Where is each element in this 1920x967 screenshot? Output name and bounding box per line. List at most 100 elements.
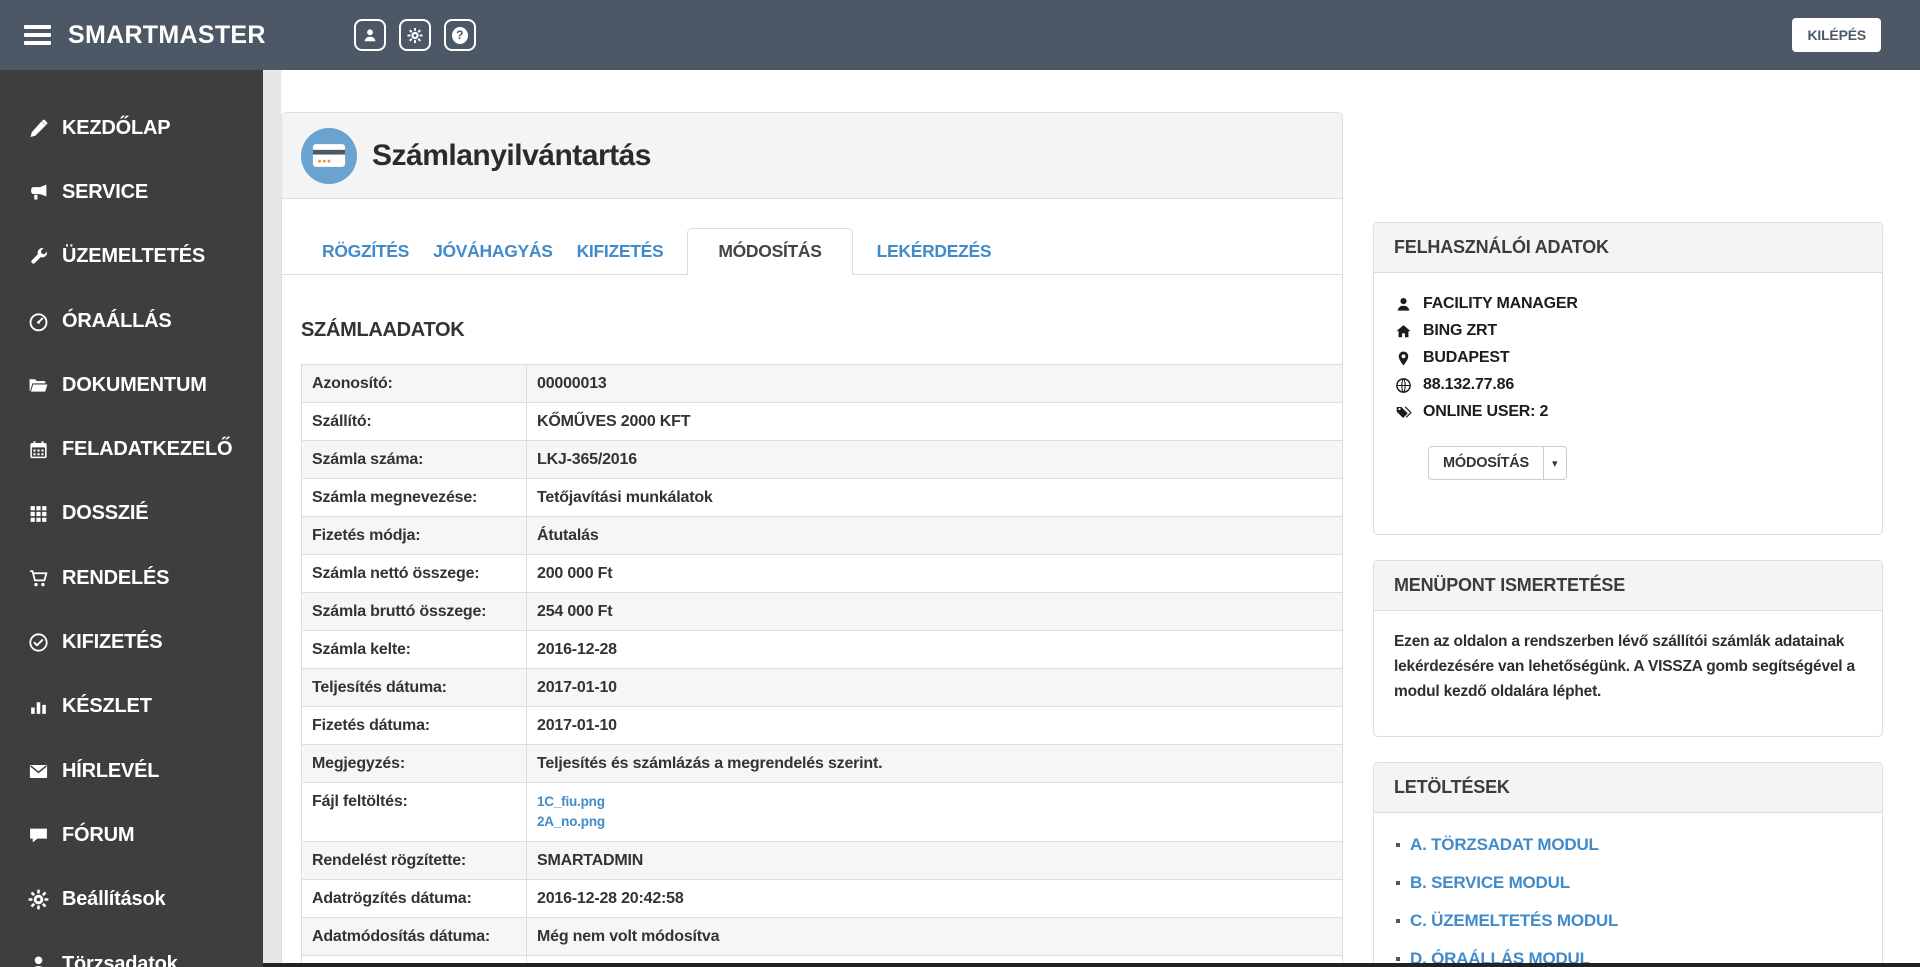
table-row: Szállító: KŐMŰVES 2000 KFT bbox=[301, 402, 1343, 441]
globe-icon bbox=[1394, 376, 1412, 394]
row-label: Fizetés dátuma: bbox=[301, 706, 527, 745]
table-row: Adatrögzítés dátuma: 2016-12-28 20:42:58 bbox=[301, 879, 1343, 918]
sidebar-item-forum[interactable]: FÓRUM bbox=[0, 803, 263, 867]
tab-jovahagyas[interactable]: JÓVÁHAGYÁS bbox=[433, 229, 553, 274]
downloads-panel-title: LETÖLTÉSEK bbox=[1374, 763, 1882, 813]
tachometer-icon bbox=[27, 310, 49, 332]
logout-button[interactable]: KILÉPÉS bbox=[1792, 18, 1881, 52]
sidebar-item-label: Törzsadatok bbox=[62, 952, 178, 967]
map-marker-icon bbox=[1394, 349, 1412, 367]
sidebar-item-service[interactable]: SERVICE bbox=[0, 160, 263, 224]
modify-button[interactable]: MÓDOSÍTÁS bbox=[1428, 446, 1545, 480]
profile-button[interactable] bbox=[353, 19, 386, 51]
row-value: 200 000 Ft bbox=[526, 554, 1343, 593]
downloads-list: A. TÖRZSADAT MODUL B. SERVICE MODUL C. Ü… bbox=[1374, 813, 1882, 967]
uploaded-file-link[interactable]: 2A_no.png bbox=[537, 812, 1332, 832]
comment-icon bbox=[27, 824, 49, 846]
sidebar-item-label: KEZDŐLAP bbox=[62, 116, 171, 139]
invoice-card: Számlanyilvántartás RÖGZÍTÉS JÓVÁHAGYÁS … bbox=[281, 112, 1343, 967]
table-row: Számla bruttó összege: 254 000 Ft bbox=[301, 592, 1343, 631]
table-row: Számla száma: LKJ-365/2016 bbox=[301, 440, 1343, 479]
page-header: Számlanyilvántartás bbox=[282, 113, 1342, 199]
grid-icon bbox=[27, 503, 49, 525]
modify-dropdown-caret[interactable]: ▾ bbox=[1544, 446, 1567, 480]
fact-text: BING ZRT bbox=[1423, 322, 1497, 339]
user-icon bbox=[364, 28, 376, 41]
hamburger-menu-icon[interactable] bbox=[24, 25, 51, 45]
table-row: Fizetés módja: Átutalás bbox=[301, 516, 1343, 555]
row-value: 1C_fiu.png 2A_no.png bbox=[526, 782, 1343, 842]
sidebar-item-label: ÜZEMELTETÉS bbox=[62, 245, 205, 268]
download-link[interactable]: B. SERVICE MODUL bbox=[1410, 873, 1570, 893]
sidebar-item-rendeles[interactable]: RENDELÉS bbox=[0, 546, 263, 610]
fact-text: FACILITY MANAGER bbox=[1423, 295, 1578, 312]
bullet-icon bbox=[1396, 919, 1400, 923]
sidebar-item-keszlet[interactable]: KÉSZLET bbox=[0, 675, 263, 739]
row-value: 2016-12-28 20:42:58 bbox=[526, 879, 1343, 918]
navbar-icon-buttons: ? bbox=[353, 19, 489, 51]
help-button[interactable]: ? bbox=[443, 19, 476, 51]
megaphone-icon bbox=[27, 181, 49, 203]
sidebar-item-uzemeltetes[interactable]: ÜZEMELTETÉS bbox=[0, 225, 263, 289]
download-item-uzemeltetes[interactable]: C. ÜZEMELTETÉS MODUL bbox=[1396, 911, 1860, 931]
info-panel-title: MENÜPONT ISMERTETÉSE bbox=[1374, 561, 1882, 611]
menu-info-panel: MENÜPONT ISMERTETÉSE Ezen az oldalon a r… bbox=[1373, 560, 1883, 737]
fact-text: BUDAPEST bbox=[1423, 349, 1510, 366]
brand-title: SMARTMASTER bbox=[68, 20, 266, 49]
sidebar-item-hirlevel[interactable]: HÍRLEVÉL bbox=[0, 739, 263, 803]
sidebar-item-feladatkezelo[interactable]: FELADATKEZELŐ bbox=[0, 417, 263, 481]
user-facts-list: FACILITY MANAGER BING ZRT BUDAPEST 88.13… bbox=[1374, 273, 1882, 421]
tab-lekerdezes[interactable]: LEKÉRDEZÉS bbox=[877, 229, 992, 274]
sidebar-item-beallitasok[interactable]: Beállítások bbox=[0, 868, 263, 932]
sidebar-item-dokumentum[interactable]: DOKUMENTUM bbox=[0, 353, 263, 417]
row-value: Átutalás bbox=[526, 516, 1343, 555]
sidebar-item-label: DOKUMENTUM bbox=[62, 373, 207, 396]
tab-kifizetes[interactable]: KIFIZETÉS bbox=[577, 229, 664, 274]
row-label: Megjegyzés: bbox=[301, 744, 527, 783]
top-navbar: SMARTMASTER ? KILÉPÉS bbox=[0, 0, 1920, 70]
download-link[interactable]: C. ÜZEMELTETÉS MODUL bbox=[1410, 911, 1618, 931]
wrench-icon bbox=[27, 246, 49, 268]
bullet-icon bbox=[1396, 881, 1400, 885]
city-fact: BUDAPEST bbox=[1394, 349, 1862, 367]
tab-bar: RÖGZÍTÉS JÓVÁHAGYÁS KIFIZETÉS MÓDOSÍTÁS … bbox=[282, 227, 1342, 275]
fact-text: ONLINE USER: 2 bbox=[1423, 403, 1549, 420]
sidebar-gutter bbox=[263, 70, 281, 967]
cart-icon bbox=[27, 567, 49, 589]
user-icon bbox=[1394, 295, 1412, 313]
row-label: Számla száma: bbox=[301, 440, 527, 479]
sidebar-item-label: KIFIZETÉS bbox=[62, 631, 163, 654]
user-role-fact: FACILITY MANAGER bbox=[1394, 295, 1862, 313]
table-row: Számla megnevezése: Tetőjavítási munkála… bbox=[301, 478, 1343, 517]
row-value: SMARTADMIN bbox=[526, 841, 1343, 880]
calendar-icon bbox=[27, 439, 49, 461]
row-label: Szállító: bbox=[301, 402, 527, 441]
uploaded-file-link[interactable]: 1C_fiu.png bbox=[537, 792, 1332, 812]
row-value: 2016-12-28 bbox=[526, 630, 1343, 669]
sidebar-item-oraallas[interactable]: ÓRAÁLLÁS bbox=[0, 289, 263, 353]
download-link[interactable]: A. TÖRZSADAT MODUL bbox=[1410, 835, 1599, 855]
download-item-torzsadat[interactable]: A. TÖRZSADAT MODUL bbox=[1396, 835, 1860, 855]
sidebar-item-label: HÍRLEVÉL bbox=[62, 759, 160, 782]
sidebar-item-label: KÉSZLET bbox=[62, 695, 152, 718]
table-row: Fizetés dátuma: 2017-01-10 bbox=[301, 706, 1343, 745]
tags-icon bbox=[1394, 403, 1412, 421]
table-row: Számla kelte: 2016-12-28 bbox=[301, 630, 1343, 669]
row-label: Adatmódosítás dátuma: bbox=[301, 917, 527, 956]
table-row-file-upload: Fájl feltöltés: 1C_fiu.png 2A_no.png bbox=[301, 782, 1343, 842]
tab-rogzites[interactable]: RÖGZÍTÉS bbox=[322, 229, 409, 274]
question-icon: ? bbox=[451, 26, 468, 44]
sidebar-item-torzsadatok[interactable]: Törzsadatok bbox=[0, 932, 263, 967]
edit-icon bbox=[27, 117, 49, 139]
sidebar-item-kifizetes[interactable]: KIFIZETÉS bbox=[0, 610, 263, 674]
section-title: SZÁMLAADATOK bbox=[301, 319, 465, 341]
sidebar-item-kezdolap[interactable]: KEZDŐLAP bbox=[0, 96, 263, 160]
row-label: Számla bruttó összege: bbox=[301, 592, 527, 631]
row-label: Számla megnevezése: bbox=[301, 478, 527, 517]
download-item-service[interactable]: B. SERVICE MODUL bbox=[1396, 873, 1860, 893]
table-row: Azonosító: 00000013 bbox=[301, 364, 1343, 403]
settings-button[interactable] bbox=[398, 19, 431, 51]
sidebar-item-label: DOSSZIÉ bbox=[62, 502, 149, 525]
tab-modositas-active[interactable]: MÓDOSÍTÁS bbox=[687, 228, 853, 275]
sidebar-item-dosszie[interactable]: DOSSZIÉ bbox=[0, 482, 263, 546]
